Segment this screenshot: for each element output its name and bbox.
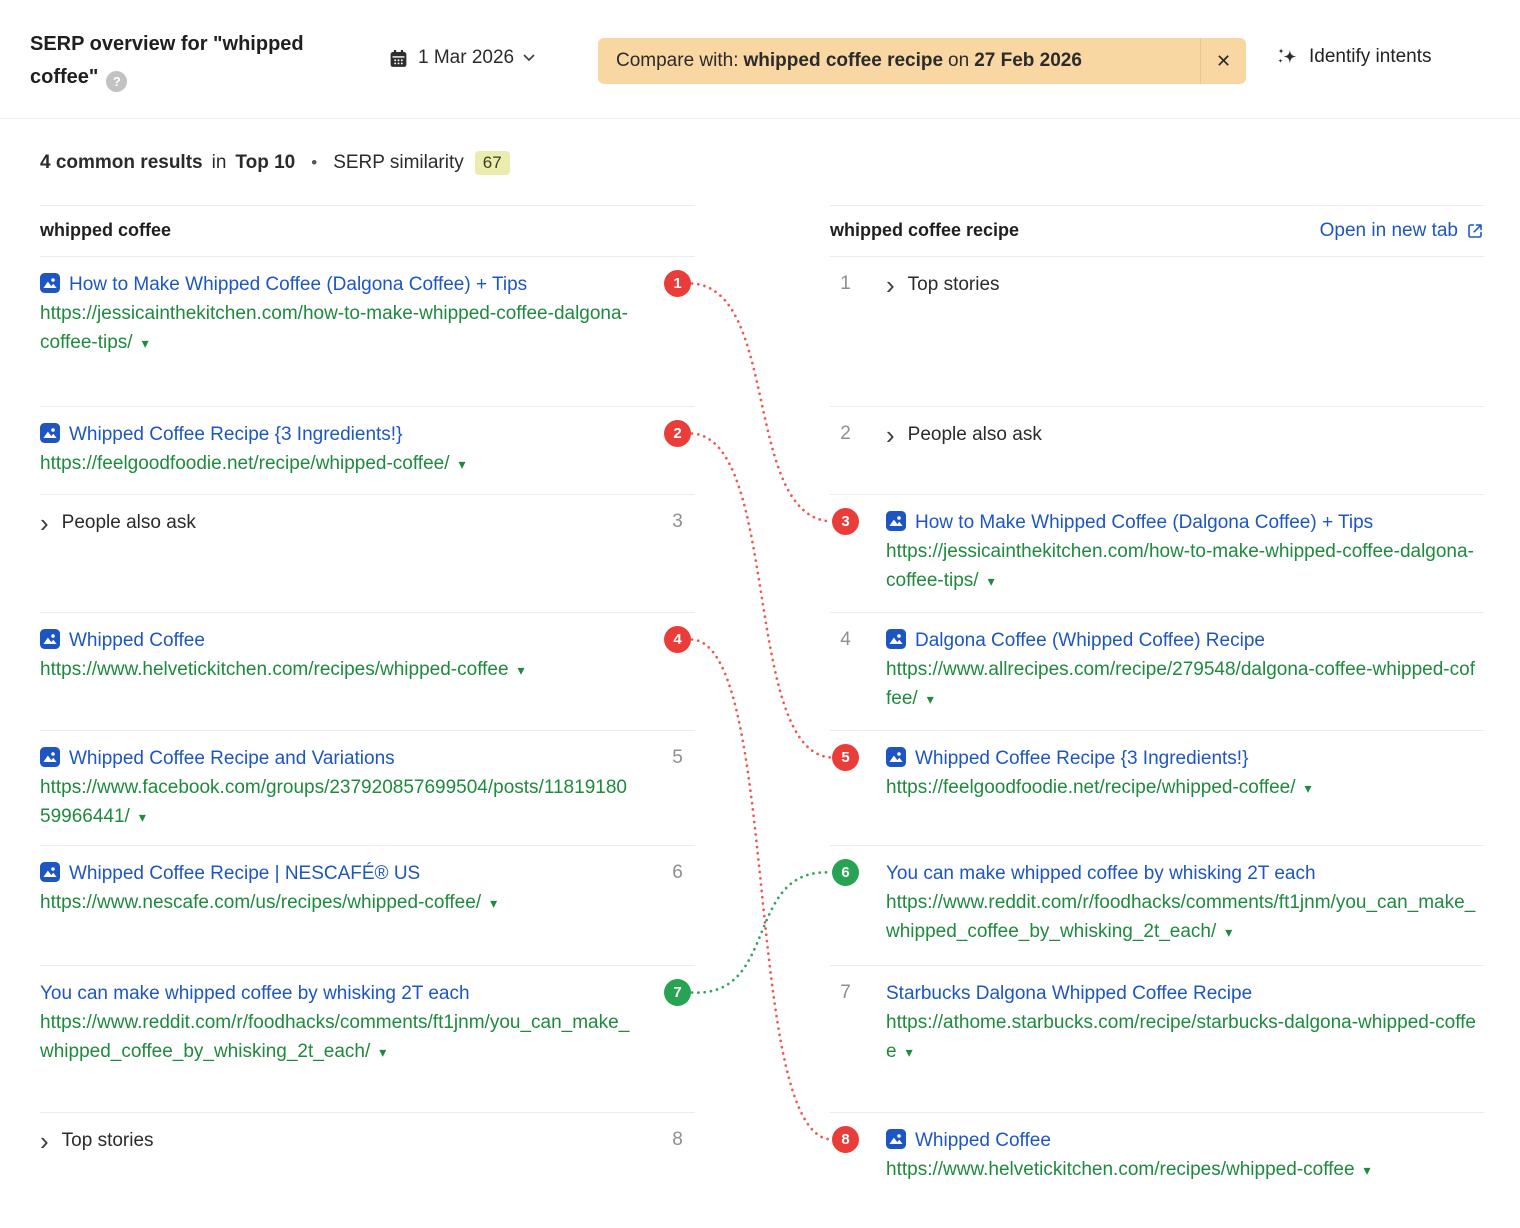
serp-result-row: 2 Whipped Coffee Recipe {3 Ingredients!} h… bbox=[40, 406, 695, 494]
thumbnail-icon bbox=[886, 1129, 906, 1149]
external-link-icon bbox=[1466, 222, 1484, 240]
rank-number: 8 bbox=[664, 1126, 691, 1154]
match-badge: 1 bbox=[664, 270, 691, 297]
serp-feature[interactable]: › Top stories bbox=[886, 270, 1478, 299]
thumbnail-icon bbox=[40, 423, 60, 443]
rank-number: 7 bbox=[832, 979, 859, 1007]
feature-label: People also ask bbox=[908, 420, 1042, 449]
serp-result-row: 7 You can make whipped coffee by whisking… bbox=[40, 965, 695, 1112]
feature-label: Top stories bbox=[62, 1126, 154, 1155]
feature-label: People also ask bbox=[62, 508, 196, 537]
result-title-link[interactable]: Whipped Coffee Recipe and Variations bbox=[69, 748, 395, 769]
match-badge: 4 bbox=[664, 626, 691, 653]
rank-number: 2 bbox=[832, 420, 859, 448]
rank-number: 4 bbox=[832, 626, 859, 654]
result-title-link[interactable]: Whipped Coffee Recipe {3 Ingredients!} bbox=[915, 748, 1248, 769]
result-title-link[interactable]: Whipped Coffee Recipe {3 Ingredients!} bbox=[69, 424, 402, 445]
chevron-right-icon: › bbox=[40, 509, 49, 537]
rank-number: 5 bbox=[664, 744, 691, 772]
open-in-new-tab-link[interactable]: Open in new tab bbox=[1320, 220, 1484, 242]
url-dropdown-caret[interactable]: ▾ bbox=[988, 573, 995, 589]
serp-result-row: 8 Whipped Coffee https://www.helvetickitch… bbox=[830, 1112, 1484, 1228]
serp-overview-panel: SERP overview for "whipped coffee"? 1 Ma… bbox=[0, 0, 1520, 1228]
serp-feature-row: 1 › Top stories bbox=[830, 256, 1484, 406]
result-url: https://www.nescafe.com/us/recipes/whipp… bbox=[40, 892, 481, 913]
url-dropdown-caret[interactable]: ▾ bbox=[142, 335, 149, 351]
serp-feature-row: 3 › People also ask bbox=[40, 494, 695, 612]
url-dropdown-caret[interactable]: ▾ bbox=[379, 1044, 386, 1060]
match-badge: 5 bbox=[832, 744, 859, 771]
result-title-link[interactable]: Whipped Coffee Recipe | NESCAFÉ® US bbox=[69, 863, 420, 884]
match-badge: 6 bbox=[832, 859, 859, 886]
thumbnail-icon bbox=[886, 629, 906, 649]
serp-table-left: whipped coffee 1 How to Make Whipped Coff… bbox=[40, 0, 695, 1228]
url-dropdown-caret[interactable]: ▾ bbox=[459, 456, 466, 472]
result-title-link[interactable]: Whipped Coffee bbox=[69, 630, 205, 651]
serp-result-row: 6 Whipped Coffee Recipe | NESCAFÉ® US http… bbox=[40, 845, 695, 965]
feature-label: Top stories bbox=[908, 270, 1000, 299]
serp-feature[interactable]: › People also ask bbox=[886, 420, 1478, 449]
url-dropdown-caret[interactable]: ▾ bbox=[1225, 924, 1232, 940]
result-url: https://feelgoodfoodie.net/recipe/whippe… bbox=[40, 453, 450, 474]
serp-result-row: 5 Whipped Coffee Recipe {3 Ingredients!} h… bbox=[830, 730, 1484, 845]
chevron-right-icon: › bbox=[40, 1127, 49, 1155]
thumbnail-icon bbox=[40, 273, 60, 293]
url-dropdown-caret[interactable]: ▾ bbox=[139, 809, 146, 825]
result-title-link[interactable]: Starbucks Dalgona Whipped Coffee Recipe bbox=[886, 983, 1252, 1004]
match-badge: 3 bbox=[832, 508, 859, 535]
serp-feature[interactable]: › People also ask bbox=[40, 508, 633, 537]
result-url: https://athome.starbucks.com/recipe/star… bbox=[886, 1012, 1476, 1062]
url-dropdown-caret[interactable]: ▾ bbox=[927, 691, 934, 707]
result-title-link[interactable]: How to Make Whipped Coffee (Dalgona Coff… bbox=[69, 274, 527, 295]
serp-result-row: 7 Starbucks Dalgona Whipped Coffee Recipe… bbox=[830, 965, 1484, 1112]
right-keyword-title: whipped coffee recipe bbox=[830, 220, 1019, 241]
result-url: https://www.helvetickitchen.com/recipes/… bbox=[886, 1159, 1355, 1180]
match-badge: 7 bbox=[664, 979, 691, 1006]
serp-result-row: 1 How to Make Whipped Coffee (Dalgona Cof… bbox=[40, 256, 695, 406]
match-badge: 2 bbox=[664, 420, 691, 447]
serp-result-row: 4 Dalgona Coffee (Whipped Coffee) Recipe h… bbox=[830, 612, 1484, 730]
result-url: https://www.reddit.com/r/foodhacks/comme… bbox=[886, 892, 1475, 942]
right-column-header: whipped coffee recipe Open in new tab bbox=[830, 205, 1484, 256]
serp-feature-row: 2 › People also ask bbox=[830, 406, 1484, 494]
serp-table-right: whipped coffee recipe Open in new tab 1 ›… bbox=[830, 0, 1484, 1228]
result-url: https://www.allrecipes.com/recipe/279548… bbox=[886, 659, 1475, 709]
result-title-link[interactable]: You can make whipped coffee by whisking … bbox=[886, 863, 1316, 884]
thumbnail-icon bbox=[886, 511, 906, 531]
match-badge: 8 bbox=[832, 1126, 859, 1153]
thumbnail-icon bbox=[40, 862, 60, 882]
result-url: https://jessicainthekitchen.com/how-to-m… bbox=[886, 541, 1474, 591]
result-title-link[interactable]: How to Make Whipped Coffee (Dalgona Coff… bbox=[915, 512, 1373, 533]
result-url: https://jessicainthekitchen.com/how-to-m… bbox=[40, 303, 628, 353]
left-column-header: whipped coffee bbox=[40, 205, 695, 256]
result-title-link[interactable]: You can make whipped coffee by whisking … bbox=[40, 983, 470, 1004]
url-dropdown-caret[interactable]: ▾ bbox=[906, 1044, 913, 1060]
serp-feature[interactable]: › Top stories bbox=[40, 1126, 633, 1155]
result-title-link[interactable]: Whipped Coffee bbox=[915, 1130, 1051, 1151]
url-dropdown-caret[interactable]: ▾ bbox=[518, 662, 525, 678]
rank-number: 3 bbox=[664, 508, 691, 536]
result-url: https://www.helvetickitchen.com/recipes/… bbox=[40, 659, 509, 680]
url-dropdown-caret[interactable]: ▾ bbox=[1305, 780, 1312, 796]
serp-result-row: 3 How to Make Whipped Coffee (Dalgona Cof… bbox=[830, 494, 1484, 612]
result-url: https://www.reddit.com/r/foodhacks/comme… bbox=[40, 1012, 629, 1062]
serp-result-row: 5 Whipped Coffee Recipe and Variations htt… bbox=[40, 730, 695, 845]
url-dropdown-caret[interactable]: ▾ bbox=[490, 895, 497, 911]
rank-number: 1 bbox=[832, 270, 859, 298]
result-title-link[interactable]: Dalgona Coffee (Whipped Coffee) Recipe bbox=[915, 630, 1265, 651]
serp-result-row: 6 You can make whipped coffee by whisking… bbox=[830, 845, 1484, 965]
thumbnail-icon bbox=[40, 629, 60, 649]
chevron-right-icon: › bbox=[886, 271, 895, 299]
serp-feature-row: 8 › Top stories bbox=[40, 1112, 695, 1228]
thumbnail-icon bbox=[40, 747, 60, 767]
rank-number: 6 bbox=[664, 859, 691, 887]
result-url: https://www.facebook.com/groups/23792085… bbox=[40, 777, 627, 827]
result-url: https://feelgoodfoodie.net/recipe/whippe… bbox=[886, 777, 1296, 798]
chevron-right-icon: › bbox=[886, 421, 895, 449]
thumbnail-icon bbox=[886, 747, 906, 767]
left-keyword-title: whipped coffee bbox=[40, 220, 171, 241]
url-dropdown-caret[interactable]: ▾ bbox=[1364, 1162, 1371, 1178]
open-in-new-tab-label: Open in new tab bbox=[1320, 220, 1458, 242]
serp-result-row: 4 Whipped Coffee https://www.helvetickitch… bbox=[40, 612, 695, 730]
